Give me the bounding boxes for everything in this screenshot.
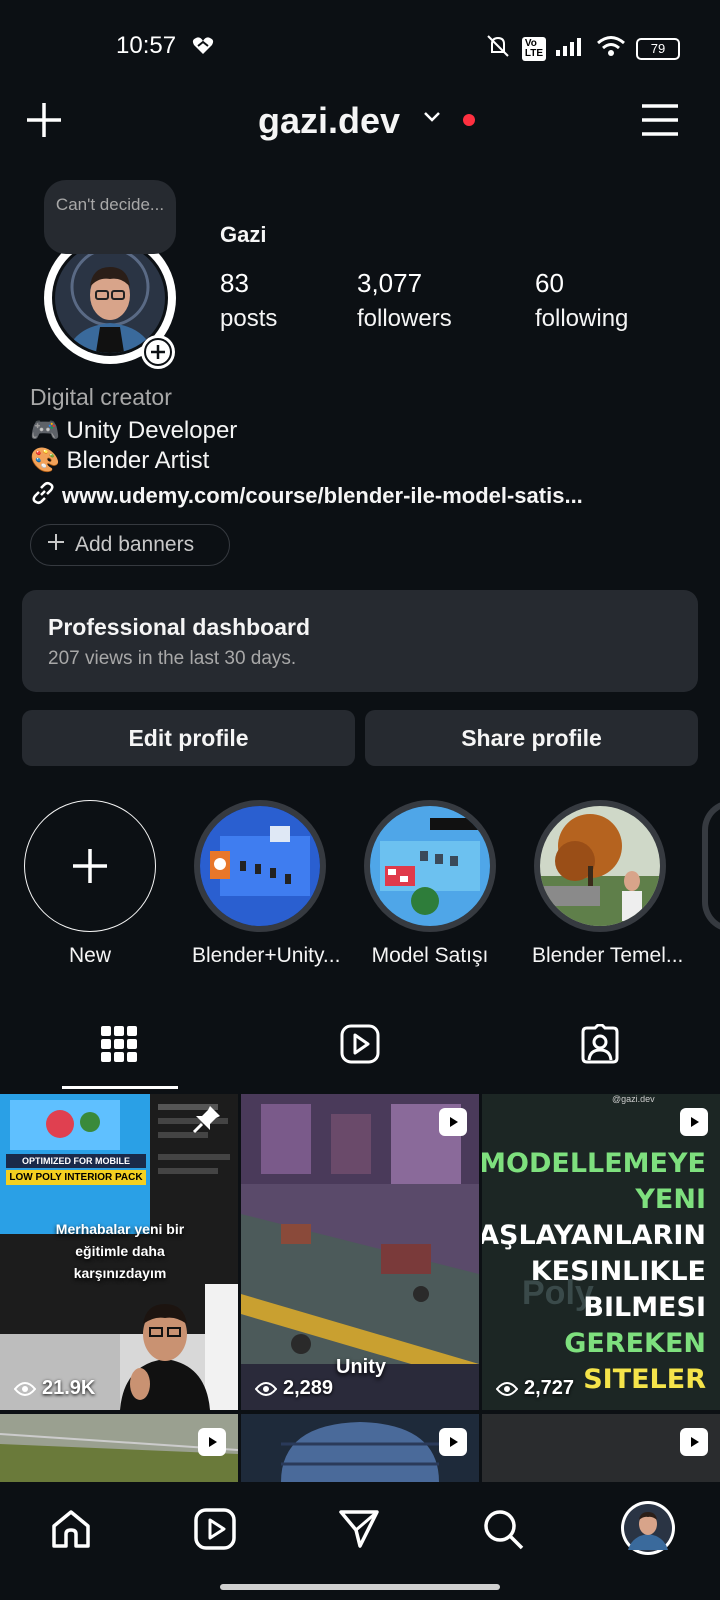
status-bar: 10:57 Vo LTE 79 bbox=[0, 0, 720, 90]
bio-category: Digital creator bbox=[30, 384, 172, 410]
post-banner: OPTIMIZED FOR MOBILE bbox=[6, 1154, 146, 1168]
edit-profile-button[interactable]: Edit profile bbox=[22, 710, 355, 766]
profile-username[interactable]: gazi.dev bbox=[258, 100, 400, 142]
post-tile[interactable]: OPTIMIZED FOR MOBILE LOW POLY INTERIOR P… bbox=[0, 1094, 238, 1410]
reel-icon bbox=[680, 1108, 708, 1136]
dashboard-subtitle: 207 views in the last 30 days. bbox=[48, 648, 297, 669]
add-story-icon[interactable] bbox=[140, 334, 176, 375]
volte-icon: Vo LTE bbox=[521, 36, 546, 61]
highlight-item[interactable]: Blender Temel... bbox=[532, 800, 683, 968]
plus-icon bbox=[24, 800, 156, 932]
search-icon[interactable] bbox=[482, 1508, 524, 1555]
post-banner-sub: LOW POLY INTERIOR PACK bbox=[6, 1170, 146, 1185]
view-count: 2,289 bbox=[255, 1377, 333, 1400]
reel-icon bbox=[680, 1428, 708, 1456]
stat-following[interactable]: 60 following bbox=[535, 268, 628, 333]
reels-icon[interactable] bbox=[194, 1508, 236, 1555]
chevron-down-icon[interactable] bbox=[422, 110, 442, 129]
highlight-new[interactable]: New bbox=[22, 800, 158, 968]
create-plus-icon[interactable] bbox=[24, 100, 64, 145]
wifi-icon bbox=[596, 35, 626, 62]
pin-icon bbox=[192, 1104, 222, 1139]
post-tile[interactable]: Unity 2,289 bbox=[241, 1094, 479, 1410]
eye-icon bbox=[255, 1381, 277, 1396]
note-text: Can't decide... bbox=[55, 195, 165, 214]
reel-icon bbox=[439, 1108, 467, 1136]
highlight-item[interactable]: Model Satışı bbox=[362, 800, 498, 968]
post-caption: Merhabalar yeni bir eğitimle daha karşın… bbox=[55, 1221, 185, 1281]
grid-tab-icon[interactable] bbox=[101, 1026, 137, 1067]
post-caption: Unity bbox=[336, 1356, 386, 1378]
signal-icon bbox=[556, 36, 586, 61]
status-time: 10:57 bbox=[116, 32, 177, 59]
post-tile[interactable] bbox=[0, 1414, 238, 1482]
post-handle: @gazi.dev bbox=[612, 1094, 655, 1104]
highlight-cover bbox=[194, 800, 326, 932]
stat-followers[interactable]: 3,077 followers bbox=[357, 268, 452, 333]
post-tile[interactable]: @gazi.dev Poly MODELLEMEYE YENI BAŞLAYAN… bbox=[482, 1094, 720, 1410]
reel-icon bbox=[439, 1428, 467, 1456]
highlight-item-partial[interactable] bbox=[702, 800, 720, 932]
home-icon[interactable] bbox=[50, 1508, 92, 1555]
post-tile[interactable] bbox=[241, 1414, 479, 1482]
stat-posts[interactable]: 83 posts bbox=[220, 268, 277, 333]
view-count: 2,727 bbox=[496, 1377, 574, 1400]
highlight-cover bbox=[534, 800, 666, 932]
bio-line: 🎮 Unity Developer bbox=[30, 417, 238, 444]
plus-icon bbox=[47, 533, 65, 557]
view-count: 21.9K bbox=[14, 1377, 95, 1400]
eye-icon bbox=[14, 1381, 36, 1396]
menu-icon[interactable] bbox=[640, 102, 680, 143]
note-bubble[interactable]: Can't decide... bbox=[44, 180, 176, 254]
tagged-tab-icon[interactable] bbox=[580, 1023, 620, 1069]
mute-icon bbox=[484, 34, 512, 63]
bio-line: 🎨 Blender Artist bbox=[30, 447, 210, 474]
share-profile-button[interactable]: Share profile bbox=[365, 710, 698, 766]
post-tile[interactable] bbox=[482, 1414, 720, 1482]
notification-dot bbox=[463, 114, 475, 126]
bottom-navigation bbox=[0, 1482, 720, 1600]
reel-icon bbox=[198, 1428, 226, 1456]
battery-icon: 79 bbox=[636, 37, 680, 60]
profile-nav-avatar[interactable] bbox=[620, 1500, 676, 1561]
dashboard-title: Professional dashboard bbox=[48, 614, 311, 640]
bio-link[interactable]: www.udemy.com/course/blender-ile-model-s… bbox=[30, 480, 583, 512]
highlight-item[interactable]: Blender+Unity... bbox=[192, 800, 340, 968]
display-name: Gazi bbox=[220, 222, 267, 247]
status-icons: Vo LTE 79 bbox=[484, 34, 680, 63]
reels-tab-icon[interactable] bbox=[340, 1024, 380, 1069]
professional-dashboard[interactable]: Professional dashboard 207 views in the … bbox=[22, 590, 698, 692]
heart-icon bbox=[192, 36, 214, 61]
link-icon bbox=[30, 480, 56, 512]
send-icon[interactable] bbox=[338, 1508, 380, 1555]
active-tab-indicator bbox=[62, 1086, 178, 1089]
highlight-cover bbox=[364, 800, 496, 932]
post-headline: MODELLEMEYE YENI BAŞLAYANLARIN KESINLIKL… bbox=[482, 1148, 706, 1395]
add-banners-button[interactable]: Add banners bbox=[30, 524, 230, 566]
home-indicator[interactable] bbox=[220, 1584, 500, 1590]
eye-icon bbox=[496, 1381, 518, 1396]
